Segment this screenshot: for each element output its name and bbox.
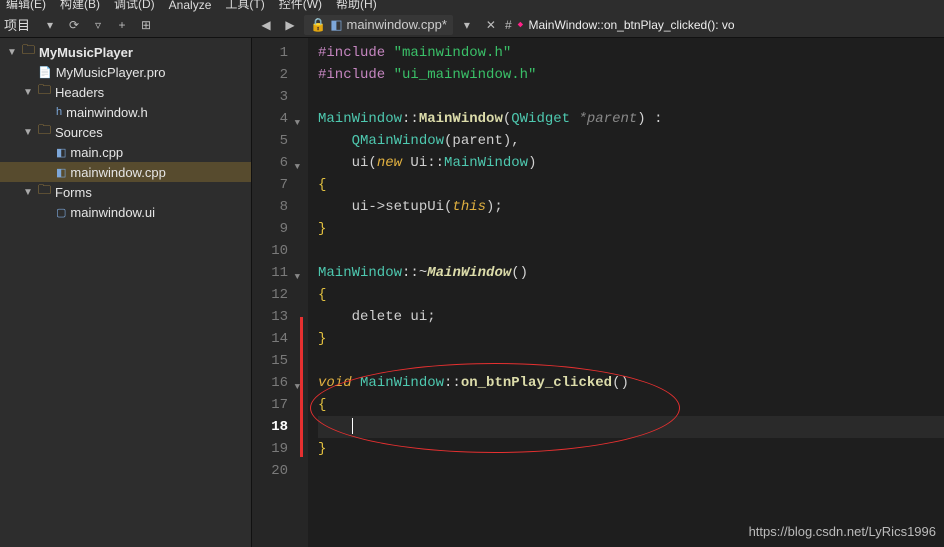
code-editor[interactable]: 1 2 3 4▼ 5 6▼ 7 8 9 10 11▼ 12 13 14 15 1…: [252, 38, 944, 547]
file-tab[interactable]: 🔒 ◧ mainwindow.cpp*: [304, 15, 453, 35]
tab-dropdown-icon[interactable]: ▾: [457, 15, 477, 35]
toolbar: 项目 ▾ ⟳ ▿ + ⊞ ◀ ▶ 🔒 ◧ mainwindow.cpp* ▾ ✕…: [0, 12, 944, 38]
menu-build[interactable]: 构建(B): [60, 0, 100, 12]
lock-icon: 🔒: [310, 17, 326, 33]
tree-pro-file[interactable]: 📄 MyMusicPlayer.pro: [0, 62, 251, 82]
expand-icon[interactable]: ▼: [22, 187, 34, 198]
code-area[interactable]: #include "mainwindow.h" #include "ui_mai…: [308, 38, 944, 547]
cpp-file-icon: ◧: [56, 166, 66, 179]
project-tree: ▼ 🗀 MyMusicPlayer 📄 MyMusicPlayer.pro ▼ …: [0, 38, 252, 547]
breadcrumb[interactable]: # ■ MainWindow::on_btnPlay_clicked(): vo: [505, 18, 735, 32]
menu-analyze[interactable]: Analyze: [169, 0, 212, 12]
menu-help[interactable]: 帮助(H): [336, 0, 377, 12]
menu-debug[interactable]: 调试(D): [114, 0, 155, 12]
project-icon: 🗀: [22, 41, 35, 63]
annotation-vertical-line: [300, 317, 303, 457]
tree-project[interactable]: ▼ 🗀 MyMusicPlayer: [0, 42, 251, 62]
filter-icon[interactable]: ▿: [88, 15, 108, 35]
menu-bar: 编辑(E) 构建(B) 调试(D) Analyze 工具(T) 控件(W) 帮助…: [0, 0, 944, 12]
tab-close-icon[interactable]: ✕: [481, 15, 501, 35]
breadcrumb-function: MainWindow::on_btnPlay_clicked(): vo: [528, 18, 734, 32]
ui-file-icon: ▢: [56, 206, 66, 219]
nav-forward-icon[interactable]: ▶: [280, 15, 300, 35]
cpp-file-icon: ◧: [330, 17, 342, 33]
folder-icon: 🗀: [38, 181, 51, 203]
sidebar-title: 项目: [4, 15, 30, 34]
expand-icon[interactable]: ▼: [22, 87, 34, 98]
file-icon: 📄: [38, 66, 52, 79]
line-gutter: 1 2 3 4▼ 5 6▼ 7 8 9 10 11▼ 12 13 14 15 1…: [252, 38, 308, 547]
diamond-icon: ■: [515, 20, 525, 30]
expand-icon[interactable]: ▼: [6, 47, 18, 58]
menu-widgets[interactable]: 控件(W): [279, 0, 322, 12]
tree-source-main[interactable]: ◧ main.cpp: [0, 142, 251, 162]
cpp-file-icon: ◧: [56, 146, 66, 159]
tree-forms-folder[interactable]: ▼ 🗀 Forms: [0, 182, 251, 202]
watermark: https://blog.csdn.net/LyRics1996: [749, 524, 936, 539]
sync-icon[interactable]: ⟳: [64, 15, 84, 35]
tree-header-file[interactable]: h mainwindow.h: [0, 102, 251, 122]
annotation-circle: [310, 363, 680, 453]
split-icon[interactable]: ⊞: [136, 15, 156, 35]
folder-icon: 🗀: [38, 81, 51, 103]
menu-tools[interactable]: 工具(T): [225, 0, 264, 12]
nav-back-icon[interactable]: ◀: [256, 15, 276, 35]
tree-headers-folder[interactable]: ▼ 🗀 Headers: [0, 82, 251, 102]
workspace: ▼ 🗀 MyMusicPlayer 📄 MyMusicPlayer.pro ▼ …: [0, 38, 944, 547]
breadcrumb-sep: #: [505, 18, 512, 32]
folder-icon: 🗀: [38, 121, 51, 143]
expand-icon[interactable]: ▼: [22, 127, 34, 138]
tree-source-mainwindow[interactable]: ◧ mainwindow.cpp: [0, 162, 251, 182]
tree-form-file[interactable]: ▢ mainwindow.ui: [0, 202, 251, 222]
menu-edit[interactable]: 编辑(E): [6, 0, 46, 12]
add-icon[interactable]: +: [112, 15, 132, 35]
tab-filename: mainwindow.cpp*: [346, 17, 446, 32]
tree-sources-folder[interactable]: ▼ 🗀 Sources: [0, 122, 251, 142]
h-file-icon: h: [56, 106, 62, 118]
dropdown-icon[interactable]: ▾: [40, 15, 60, 35]
